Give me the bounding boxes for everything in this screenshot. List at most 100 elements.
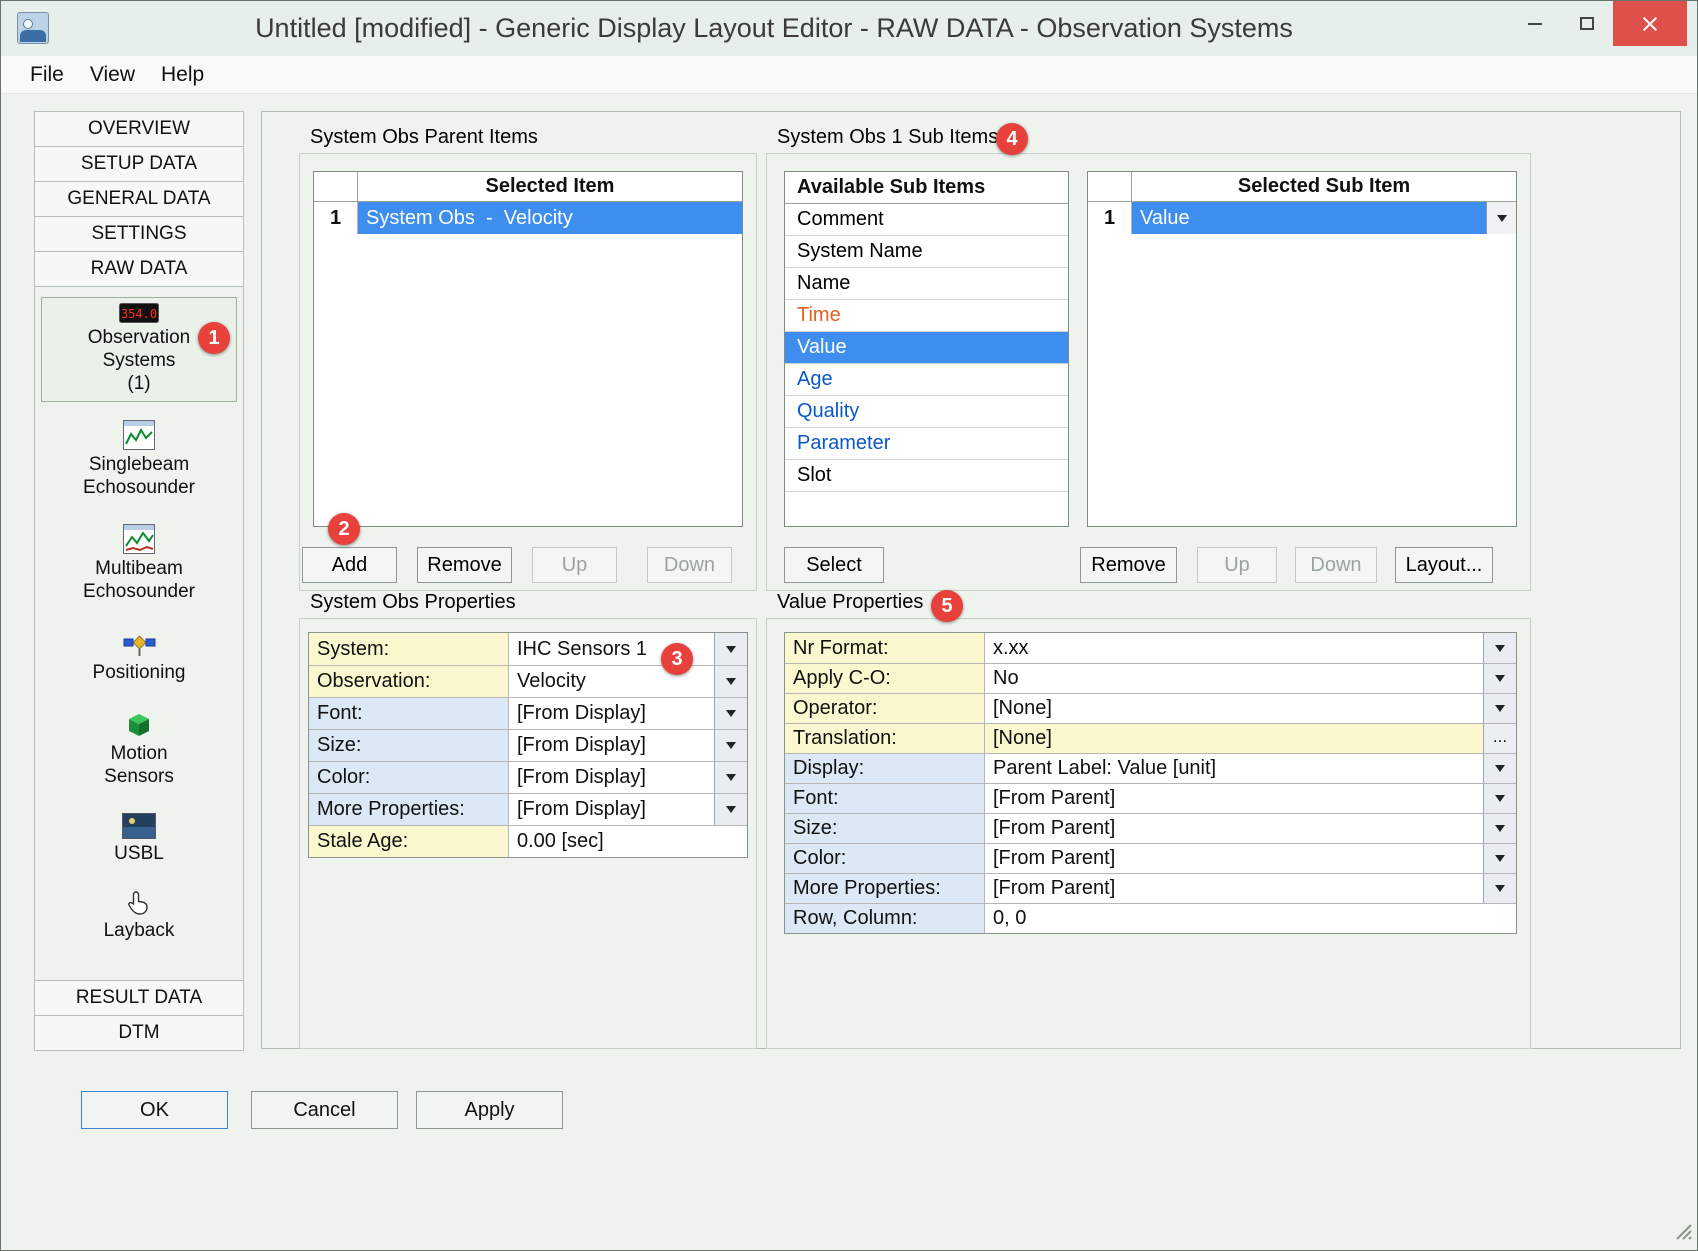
sidebar-button-settings[interactable]: SETTINGS: [34, 216, 244, 252]
dropdown-arrow-icon[interactable]: [714, 633, 747, 665]
dropdown-arrow-icon[interactable]: [714, 794, 747, 825]
remove-sub-item-button[interactable]: Remove: [1080, 547, 1177, 583]
down-sub-item-button[interactable]: Down: [1295, 547, 1377, 583]
dropdown-arrow-icon[interactable]: [714, 730, 747, 761]
size-value[interactable]: [From Parent]: [985, 814, 1483, 843]
list-item-time[interactable]: Time: [785, 300, 1068, 332]
up-sub-item-button[interactable]: Up: [1197, 547, 1277, 583]
dropdown-arrow-icon[interactable]: [1483, 874, 1516, 903]
apply-button[interactable]: Apply: [416, 1091, 563, 1129]
select-button[interactable]: Select: [784, 547, 884, 583]
sidebar-button-result-data[interactable]: RESULT DATA: [34, 980, 244, 1016]
menu-help[interactable]: Help: [148, 56, 217, 94]
dropdown-arrow-icon[interactable]: [1483, 754, 1516, 783]
dropdown-arrow-icon[interactable]: [714, 762, 747, 793]
sidebar-item-motion-sensors[interactable]: Motion Sensors: [41, 703, 237, 795]
property-label: Display:: [785, 754, 985, 783]
sidebar-item-multibeam-echosounder[interactable]: Multibeam Echosounder: [41, 518, 237, 610]
size-value[interactable]: [From Display]: [509, 730, 714, 761]
table-row[interactable]: 1 Value: [1088, 202, 1516, 234]
apply-co-value[interactable]: No: [985, 664, 1483, 693]
sidebar-item-label: Motion: [42, 742, 236, 765]
available-sub-items-list[interactable]: Available Sub Items Comment System Name …: [784, 171, 1069, 527]
more-properties-value[interactable]: [From Display]: [509, 794, 714, 825]
nr-format-value[interactable]: x.xx: [985, 633, 1483, 663]
menu-view[interactable]: View: [77, 56, 148, 94]
list-item-name[interactable]: Name: [785, 268, 1068, 300]
group-title: System Obs Properties: [310, 591, 516, 614]
dropdown-arrow-icon[interactable]: [714, 666, 747, 697]
dropdown-arrow-icon[interactable]: [1483, 694, 1516, 723]
sidebar-button-general-data[interactable]: GENERAL DATA: [34, 181, 244, 217]
title-bar[interactable]: Untitled [modified] - Generic Display La…: [1, 1, 1697, 56]
sidebar-item-usbl[interactable]: USBL: [41, 807, 237, 872]
list-item-age[interactable]: Age: [785, 364, 1068, 396]
dropdown-arrow-icon[interactable]: [1483, 784, 1516, 813]
ellipsis-button[interactable]: ...: [1483, 724, 1516, 753]
resize-grip[interactable]: [1671, 1219, 1693, 1246]
sidebar-item-positioning[interactable]: Positioning: [41, 622, 237, 691]
sidebar-button-overview[interactable]: OVERVIEW: [34, 111, 244, 147]
dropdown-arrow-icon[interactable]: [1483, 814, 1516, 843]
list-item-parameter[interactable]: Parameter: [785, 428, 1068, 460]
close-button[interactable]: [1613, 1, 1687, 46]
property-row: Font: [From Parent]: [785, 783, 1516, 813]
column-header: Selected Item: [358, 172, 742, 201]
ok-button[interactable]: OK: [81, 1091, 228, 1129]
sidebar-button-raw-data[interactable]: RAW DATA: [34, 251, 244, 287]
up-button[interactable]: Up: [532, 547, 617, 583]
table-row[interactable]: 1 System Obs - Velocity: [314, 202, 742, 234]
minimize-button[interactable]: [1509, 1, 1561, 46]
group-parent-items: System Obs Parent Items Selected Item 1 …: [299, 153, 757, 591]
list-item-comment[interactable]: Comment: [785, 204, 1068, 236]
echogram-icon: [42, 524, 236, 554]
group-system-obs-properties: System Obs Properties System: IHC Sensor…: [299, 618, 757, 1049]
property-row: Operator: [None]: [785, 693, 1516, 723]
sidebar-item-label: Echosounder: [42, 476, 236, 499]
group-title: System Obs Parent Items: [310, 126, 538, 149]
dropdown-arrow-icon[interactable]: [1483, 844, 1516, 873]
sidebar-button-dtm[interactable]: DTM: [34, 1015, 244, 1051]
more-properties-value[interactable]: [From Parent]: [985, 874, 1483, 903]
dropdown-arrow-icon[interactable]: [1486, 202, 1516, 234]
selected-sub-item-value[interactable]: Value: [1132, 202, 1486, 234]
dropdown-arrow-icon[interactable]: [1483, 633, 1516, 663]
property-label: Font:: [785, 784, 985, 813]
group-title: System Obs 1 Sub Items: [777, 126, 998, 149]
hand-cursor-icon: [42, 890, 236, 916]
property-label: Operator:: [785, 694, 985, 723]
parent-items-table[interactable]: Selected Item 1 System Obs - Velocity: [313, 171, 743, 527]
row-column-value[interactable]: 0, 0: [985, 904, 1516, 933]
add-button[interactable]: Add: [302, 547, 397, 583]
color-value[interactable]: [From Display]: [509, 762, 714, 793]
property-row: Color: [From Parent]: [785, 843, 1516, 873]
list-item-value[interactable]: Value: [785, 332, 1068, 364]
cancel-button[interactable]: Cancel: [251, 1091, 398, 1129]
sidebar-item-layback[interactable]: Layback: [41, 884, 237, 949]
down-button[interactable]: Down: [647, 547, 732, 583]
sidebar-button-setup-data[interactable]: SETUP DATA: [34, 146, 244, 182]
remove-button[interactable]: Remove: [417, 547, 512, 583]
list-item-system-name[interactable]: System Name: [785, 236, 1068, 268]
maximize-button[interactable]: [1561, 1, 1613, 46]
selected-sub-item-table[interactable]: Selected Sub Item 1 Value: [1087, 171, 1517, 527]
group-value-properties: Value Properties Nr Format: x.xx Apply C…: [766, 618, 1531, 1049]
menu-file[interactable]: File: [17, 56, 77, 94]
property-row: Color: [From Display]: [309, 761, 747, 793]
translation-value[interactable]: [None]: [985, 724, 1483, 753]
font-value[interactable]: [From Parent]: [985, 784, 1483, 813]
list-item-quality[interactable]: Quality: [785, 396, 1068, 428]
list-item-slot[interactable]: Slot: [785, 460, 1068, 492]
font-value[interactable]: [From Display]: [509, 698, 714, 729]
property-label: Row, Column:: [785, 904, 985, 933]
layout-button[interactable]: Layout...: [1395, 547, 1493, 583]
stale-age-value[interactable]: 0.00 [sec]: [509, 826, 747, 857]
dropdown-arrow-icon[interactable]: [714, 698, 747, 729]
operator-value[interactable]: [None]: [985, 694, 1483, 723]
display-value[interactable]: Parent Label: Value [unit]: [985, 754, 1483, 783]
dropdown-arrow-icon[interactable]: [1483, 664, 1516, 693]
sidebar-item-singlebeam-echosounder[interactable]: Singlebeam Echosounder: [41, 414, 237, 506]
color-value[interactable]: [From Parent]: [985, 844, 1483, 873]
selected-parent-item[interactable]: System Obs - Velocity: [358, 202, 742, 234]
dialog-window: Untitled [modified] - Generic Display La…: [0, 0, 1698, 1251]
